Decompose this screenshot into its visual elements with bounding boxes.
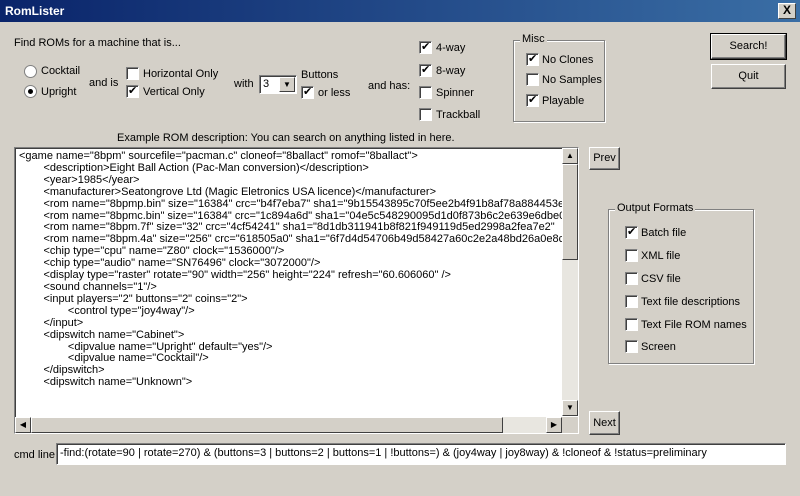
control-spinner-checkbox[interactable] (419, 86, 432, 99)
cocktail-label: Cocktail (41, 65, 81, 77)
control-8way-checkbox[interactable] (419, 63, 432, 77)
quit-button[interactable]: Quit (711, 64, 786, 89)
csv-file-label: CSV file (641, 273, 681, 285)
control-trackball-label: Trackball (436, 109, 481, 121)
vertical-scrollbar[interactable]: ▲ ▼ (562, 148, 578, 416)
csv-file-checkbox[interactable] (625, 272, 638, 285)
text-descriptions-checkbox[interactable] (625, 295, 638, 308)
no-samples-label: No Samples (542, 74, 602, 86)
output-formats-legend: Output Formats (615, 202, 696, 214)
control-spinner-label: Spinner (436, 87, 474, 99)
scroll-up-icon[interactable]: ▲ (562, 148, 578, 164)
xml-file-checkbox[interactable] (625, 249, 638, 262)
vertical-only-label: Vertical Only (143, 86, 205, 98)
cocktail-radio[interactable] (24, 65, 37, 78)
playable-label: Playable (542, 95, 585, 107)
hscroll-thumb[interactable] (31, 417, 503, 433)
misc-legend: Misc (520, 33, 547, 45)
text-rom-names-checkbox[interactable] (625, 318, 638, 331)
no-clones-label: No Clones (542, 54, 594, 66)
upright-radio[interactable] (24, 85, 37, 98)
buttons-count-select[interactable]: 3 ▼ (259, 75, 297, 94)
with-label: with (234, 78, 254, 90)
prev-button[interactable]: Prev (589, 147, 620, 170)
batch-file-checkbox[interactable] (625, 225, 638, 239)
title-bar: RomLister X (0, 0, 800, 22)
screen-checkbox[interactable] (625, 340, 638, 353)
output-formats-group: Output Formats Batch file XML file CSV f… (608, 202, 754, 364)
control-8way-label: 8-way (436, 65, 466, 77)
and-has-label: and has: (368, 80, 411, 92)
no-clones-checkbox[interactable] (526, 52, 539, 66)
scroll-right-icon[interactable]: ▶ (546, 417, 562, 433)
control-4way-checkbox[interactable] (419, 40, 432, 54)
horizontal-only-label: Horizontal Only (143, 68, 219, 80)
cmd-line-input[interactable]: -find:(rotate=90 | rotate=270) & (button… (56, 443, 786, 465)
find-label: Find ROMs for a machine that is... (14, 37, 181, 49)
cmd-line-value: -find:(rotate=90 | rotate=270) & (button… (60, 447, 707, 459)
close-button[interactable]: X (778, 3, 796, 19)
scroll-corner (562, 417, 578, 433)
rom-description-textarea[interactable]: <game name="8bpm" sourcefile="pacman.c" … (14, 147, 579, 434)
and-is-label: and is (89, 77, 119, 89)
scroll-left-icon[interactable]: ◀ (15, 417, 31, 433)
upright-label: Upright (41, 86, 77, 98)
example-label: Example ROM description: You can search … (117, 132, 455, 144)
cmd-line-label: cmd line (14, 449, 55, 461)
scroll-down-icon[interactable]: ▼ (562, 400, 578, 416)
batch-file-label: Batch file (641, 227, 687, 239)
buttons-count-value: 3 (263, 78, 270, 90)
buttons-label: Buttons (301, 69, 339, 81)
misc-group: Misc No Clones No Samples Playable (513, 33, 605, 122)
screen-label: Screen (641, 341, 676, 353)
or-less-label: or less (318, 87, 351, 99)
next-button[interactable]: Next (589, 411, 620, 435)
vertical-only-checkbox[interactable] (126, 84, 139, 98)
xml-file-label: XML file (641, 250, 681, 262)
search-button[interactable]: Search! (710, 33, 787, 60)
rom-description-text: <game name="8bpm" sourcefile="pacman.c" … (19, 150, 579, 389)
horizontal-scrollbar[interactable]: ◀ ▶ (15, 417, 562, 433)
window-title: RomLister (5, 4, 65, 18)
no-samples-checkbox[interactable] (526, 73, 539, 86)
scroll-thumb[interactable] (562, 164, 578, 260)
control-4way-label: 4-way (436, 42, 466, 54)
chevron-down-icon[interactable]: ▼ (279, 77, 295, 92)
playable-checkbox[interactable] (526, 93, 539, 107)
control-trackball-checkbox[interactable] (419, 108, 432, 121)
or-less-checkbox[interactable] (301, 85, 314, 99)
horizontal-only-checkbox[interactable] (126, 67, 139, 80)
text-descriptions-label: Text file descriptions (641, 296, 741, 308)
text-rom-names-label: Text File ROM names (641, 319, 747, 331)
